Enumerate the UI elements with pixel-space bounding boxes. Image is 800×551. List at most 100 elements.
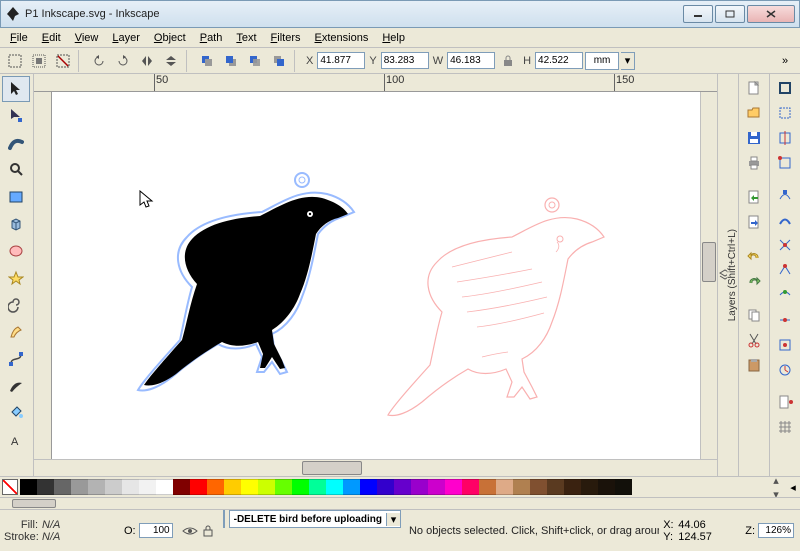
layers-panel-tab[interactable]: Layers (Shift+Ctrl+L) bbox=[717, 74, 738, 476]
select-in-all-layers-icon[interactable] bbox=[28, 50, 50, 72]
raise-icon[interactable] bbox=[220, 50, 242, 72]
swatch[interactable] bbox=[88, 479, 105, 495]
rectangle-tool-icon[interactable] bbox=[2, 184, 30, 210]
3dbox-tool-icon[interactable] bbox=[2, 211, 30, 237]
vertical-scroll-thumb[interactable] bbox=[702, 242, 716, 282]
snap-page-icon[interactable] bbox=[772, 391, 798, 413]
bezier-tool-icon[interactable] bbox=[2, 346, 30, 372]
swatch[interactable] bbox=[139, 479, 156, 495]
snap-node-icon[interactable] bbox=[772, 184, 798, 206]
swatch[interactable] bbox=[224, 479, 241, 495]
ruler-horizontal[interactable]: 50 100 150 bbox=[34, 74, 717, 92]
menu-layer[interactable]: Layer bbox=[106, 31, 146, 45]
menu-text[interactable]: Text bbox=[230, 31, 262, 45]
swatch[interactable] bbox=[547, 479, 564, 495]
swatch[interactable] bbox=[615, 479, 632, 495]
snap-bbox-edge-icon[interactable] bbox=[772, 127, 798, 149]
x-input[interactable] bbox=[317, 52, 365, 69]
paste-icon[interactable] bbox=[741, 354, 767, 376]
layer-dropdown-icon[interactable]: ▾ bbox=[386, 513, 400, 526]
flip-horizontal-icon[interactable] bbox=[136, 50, 158, 72]
swatch[interactable] bbox=[581, 479, 598, 495]
canvas[interactable] bbox=[52, 92, 700, 459]
swatch[interactable] bbox=[496, 479, 513, 495]
snap-path-icon[interactable] bbox=[772, 209, 798, 231]
no-fill-swatch[interactable] bbox=[2, 479, 18, 495]
swatch[interactable] bbox=[207, 479, 224, 495]
swatch[interactable] bbox=[241, 479, 258, 495]
spiral-tool-icon[interactable] bbox=[2, 292, 30, 318]
redo-icon[interactable] bbox=[741, 270, 767, 292]
swatch[interactable] bbox=[360, 479, 377, 495]
paint-bucket-tool-icon[interactable] bbox=[2, 400, 30, 426]
minimize-button[interactable] bbox=[683, 5, 713, 23]
swatch[interactable] bbox=[530, 479, 547, 495]
open-icon[interactable] bbox=[741, 102, 767, 124]
zoom-input[interactable] bbox=[758, 523, 794, 538]
menu-file[interactable]: File bbox=[4, 31, 34, 45]
swatch[interactable] bbox=[513, 479, 530, 495]
lock-aspect-icon[interactable] bbox=[497, 50, 519, 72]
import-icon[interactable] bbox=[741, 186, 767, 208]
lock-toggle-icon[interactable] bbox=[201, 524, 215, 538]
copy-icon[interactable] bbox=[741, 304, 767, 326]
swatch[interactable] bbox=[411, 479, 428, 495]
lower-icon[interactable] bbox=[244, 50, 266, 72]
swatch[interactable] bbox=[479, 479, 496, 495]
palette-scrollbar[interactable] bbox=[0, 497, 800, 509]
print-icon[interactable] bbox=[741, 152, 767, 174]
swatch[interactable] bbox=[105, 479, 122, 495]
snap-bbox-icon[interactable] bbox=[772, 102, 798, 124]
save-icon[interactable] bbox=[741, 127, 767, 149]
swatch[interactable] bbox=[275, 479, 292, 495]
layer-selector[interactable]: -DELETE bird before uploading ▾ bbox=[223, 510, 401, 528]
ellipse-tool-icon[interactable] bbox=[2, 238, 30, 264]
deselect-icon[interactable] bbox=[52, 50, 74, 72]
swatch[interactable] bbox=[71, 479, 88, 495]
snap-smooth-icon[interactable] bbox=[772, 284, 798, 306]
snap-cusp-icon[interactable] bbox=[772, 259, 798, 281]
toolbar-overflow-icon[interactable]: » bbox=[774, 50, 796, 72]
star-tool-icon[interactable] bbox=[2, 265, 30, 291]
fill-value[interactable]: N/A bbox=[42, 519, 60, 531]
swatch[interactable] bbox=[54, 479, 71, 495]
palette-scroll-arrows[interactable]: ▴▾ bbox=[766, 477, 786, 497]
unit-selector[interactable]: mm bbox=[585, 52, 619, 70]
raise-to-top-icon[interactable] bbox=[196, 50, 218, 72]
rotate-ccw-icon[interactable] bbox=[88, 50, 110, 72]
calligraphy-tool-icon[interactable] bbox=[2, 373, 30, 399]
swatch[interactable] bbox=[462, 479, 479, 495]
menu-path[interactable]: Path bbox=[194, 31, 229, 45]
swatch[interactable] bbox=[343, 479, 360, 495]
export-icon[interactable] bbox=[741, 211, 767, 233]
horizontal-scrollbar[interactable] bbox=[52, 460, 700, 476]
swatch[interactable] bbox=[428, 479, 445, 495]
close-button[interactable] bbox=[747, 5, 795, 23]
text-tool-icon[interactable]: A bbox=[2, 427, 30, 453]
snap-midpoint-icon[interactable] bbox=[772, 309, 798, 331]
opacity-input[interactable] bbox=[139, 523, 173, 538]
palette-menu-icon[interactable]: ◂ bbox=[786, 477, 800, 497]
menu-object[interactable]: Object bbox=[148, 31, 192, 45]
ruler-vertical[interactable] bbox=[34, 92, 52, 459]
height-input[interactable] bbox=[535, 52, 583, 69]
zoom-tool-icon[interactable] bbox=[2, 157, 30, 183]
node-tool-icon[interactable] bbox=[2, 103, 30, 129]
rotate-cw-icon[interactable] bbox=[112, 50, 134, 72]
snap-grid-icon[interactable] bbox=[772, 416, 798, 438]
width-input[interactable] bbox=[447, 52, 495, 69]
select-all-layers-icon[interactable] bbox=[4, 50, 26, 72]
swatch[interactable] bbox=[122, 479, 139, 495]
cut-icon[interactable] bbox=[741, 329, 767, 351]
swatch[interactable] bbox=[445, 479, 462, 495]
swatch[interactable] bbox=[258, 479, 275, 495]
maximize-button[interactable] bbox=[715, 5, 745, 23]
swatch[interactable] bbox=[173, 479, 190, 495]
menu-edit[interactable]: Edit bbox=[36, 31, 67, 45]
y-input[interactable] bbox=[381, 52, 429, 69]
undo-icon[interactable] bbox=[741, 245, 767, 267]
swatch[interactable] bbox=[20, 479, 37, 495]
snap-rotation-icon[interactable] bbox=[772, 359, 798, 381]
tweak-tool-icon[interactable] bbox=[2, 130, 30, 156]
swatch[interactable] bbox=[292, 479, 309, 495]
